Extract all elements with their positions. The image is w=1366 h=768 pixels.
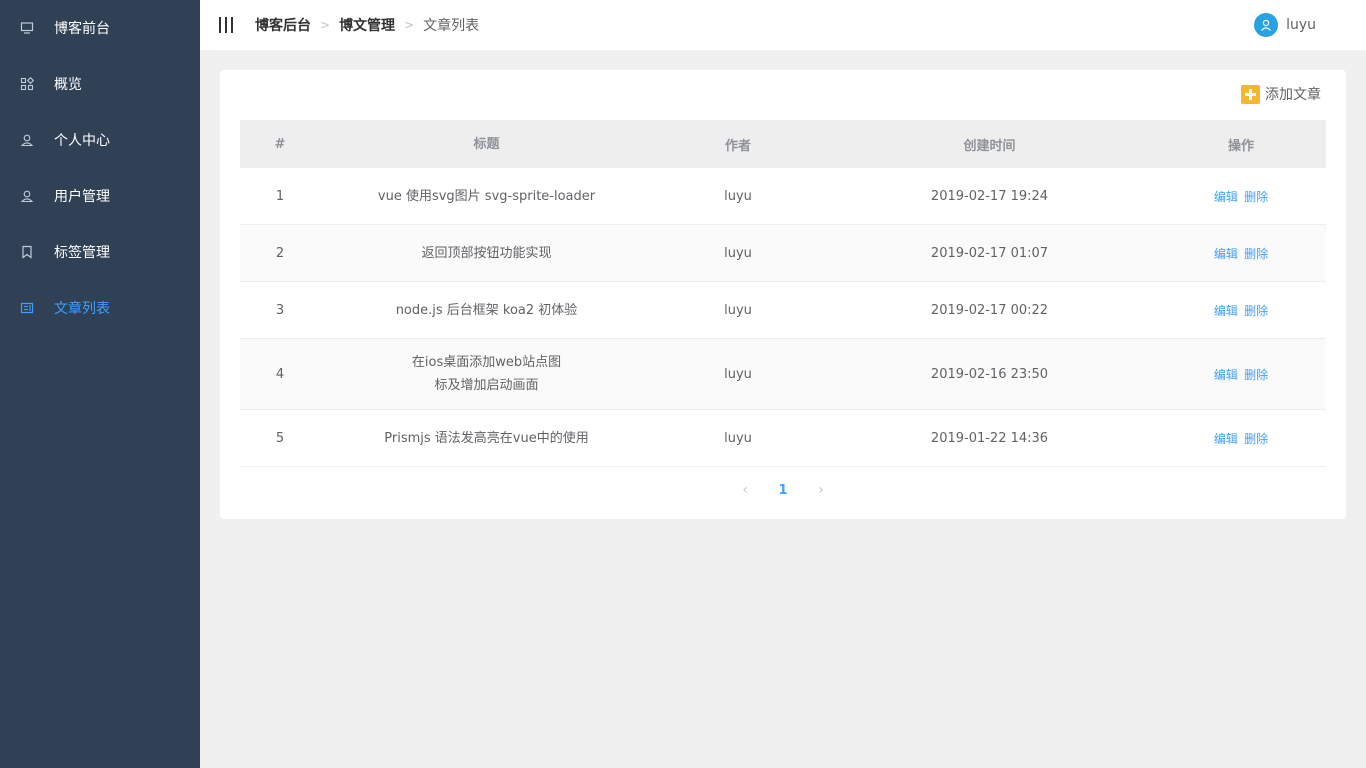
sidebar-item-user-management[interactable]: 用户管理 [0, 168, 200, 224]
user-icon [20, 189, 34, 203]
edit-link[interactable]: 编辑 [1214, 190, 1238, 204]
chevron-left-icon[interactable]: ‹ [735, 482, 755, 498]
column-header: 作者 [724, 138, 751, 154]
sidebar-item-article-list[interactable]: 文章列表 [0, 280, 200, 336]
hamburger-icon[interactable] [219, 17, 233, 33]
breadcrumb: 博客后台 > 博文管理 > 文章列表 [255, 15, 479, 35]
user-menu[interactable]: luyu [1254, 13, 1316, 37]
sidebar-item-label: 概览 [54, 77, 82, 93]
sidebar-item-personal-center[interactable]: 个人中心 [0, 112, 200, 168]
row-actions: 编辑 删除 [1156, 188, 1326, 205]
row-author: luyu [724, 188, 752, 204]
column-header: 创建时间 [963, 138, 1016, 154]
sidebar-item-label: 文章列表 [54, 301, 110, 317]
edit-link[interactable]: 编辑 [1214, 304, 1238, 318]
add-article-button[interactable]: 添加文章 [1241, 84, 1321, 104]
sidebar-item-label: 标签管理 [54, 245, 110, 261]
page-number[interactable]: 1 [763, 483, 803, 498]
chevron-right-icon: > [404, 18, 415, 32]
row-index: 2 [275, 245, 285, 261]
delete-link[interactable]: 删除 [1244, 247, 1268, 261]
sidebar-item-overview[interactable]: 概览 [0, 56, 200, 112]
row-actions: 编辑 删除 [1156, 245, 1326, 262]
delete-link[interactable]: 删除 [1244, 368, 1268, 382]
plus-icon [1241, 84, 1260, 104]
add-article-label: 添加文章 [1265, 87, 1321, 103]
row-title: Prismjs 语法发高亮在vue中的使用 [384, 430, 589, 446]
row-title: 在ios桌面添加web站点图标及增加启动画面 [411, 355, 562, 393]
delete-link[interactable]: 删除 [1244, 190, 1268, 204]
sidebar-item-label: 博客前台 [54, 21, 110, 37]
edit-link[interactable]: 编辑 [1214, 247, 1238, 261]
edit-link[interactable]: 编辑 [1214, 368, 1238, 382]
delete-link[interactable]: 删除 [1244, 432, 1268, 446]
sidebar-item-blog-front[interactable]: 博客前台 [0, 0, 200, 56]
bookmark-icon [20, 245, 34, 259]
article-list-card: 添加文章 # 标题 作者 创建时间 操作 1 vue 使用svg图片 svg-s… [220, 70, 1346, 519]
row-created: 2019-02-17 00:22 [930, 302, 1049, 318]
row-author: luyu [724, 245, 752, 261]
column-header: # [274, 136, 286, 152]
pagination: ‹ 1 › [220, 482, 1346, 498]
row-author: luyu [724, 366, 752, 382]
row-author: luyu [724, 430, 752, 446]
sidebar-item-tag-management[interactable]: 标签管理 [0, 224, 200, 280]
row-author: luyu [724, 302, 752, 318]
breadcrumb-item[interactable]: 博客后台 [255, 15, 311, 35]
list-icon [20, 301, 34, 315]
row-created: 2019-02-17 19:24 [930, 188, 1049, 204]
monitor-icon [20, 21, 34, 35]
table-row: 4 在ios桌面添加web站点图标及增加启动画面 luyu 2019-02-16… [240, 339, 1326, 410]
username: luyu [1286, 17, 1316, 33]
delete-link[interactable]: 删除 [1244, 304, 1268, 318]
grid-icon [20, 77, 34, 91]
row-title: vue 使用svg图片 svg-sprite-loader [377, 188, 596, 204]
row-created: 2019-02-17 01:07 [930, 245, 1049, 261]
row-title: node.js 后台框架 koa2 初体验 [395, 302, 578, 318]
chevron-right-icon: > [320, 18, 331, 32]
row-index: 1 [275, 188, 285, 204]
row-index: 4 [275, 366, 285, 382]
sidebar: 博客前台 概览 个人中心 用户管理 标签管理 文章列表 [0, 0, 200, 768]
avatar-icon [1254, 13, 1279, 37]
row-index: 5 [275, 430, 285, 446]
row-actions: 编辑 删除 [1156, 366, 1326, 383]
sidebar-item-label: 个人中心 [54, 133, 110, 149]
edit-link[interactable]: 编辑 [1214, 432, 1238, 446]
column-header: 标题 [473, 136, 500, 152]
table-row: 1 vue 使用svg图片 svg-sprite-loader luyu 201… [240, 168, 1326, 225]
sidebar-item-label: 用户管理 [54, 189, 110, 205]
table-row: 2 返回顶部按钮功能实现 luyu 2019-02-17 01:07 编辑 删除 [240, 225, 1326, 282]
breadcrumb-item-current: 文章列表 [423, 18, 480, 34]
row-actions: 编辑 删除 [1156, 302, 1326, 319]
row-created: 2019-02-16 23:50 [930, 366, 1049, 382]
row-created: 2019-01-22 14:36 [930, 430, 1049, 446]
column-header: 操作 [1227, 138, 1254, 154]
row-actions: 编辑 删除 [1156, 430, 1326, 447]
table-row: 3 node.js 后台框架 koa2 初体验 luyu 2019-02-17 … [240, 282, 1326, 339]
article-table: # 标题 作者 创建时间 操作 1 vue 使用svg图片 svg-sprite… [240, 120, 1326, 467]
row-index: 3 [275, 302, 285, 318]
table-row: 5 Prismjs 语法发高亮在vue中的使用 luyu 2019-01-22 … [240, 410, 1326, 467]
breadcrumb-item[interactable]: 博文管理 [339, 15, 395, 35]
row-title: 返回顶部按钮功能实现 [421, 245, 552, 261]
user-icon [20, 133, 34, 147]
table-header: # 标题 作者 创建时间 操作 [240, 120, 1326, 168]
chevron-right-icon[interactable]: › [811, 482, 831, 498]
top-header: 博客后台 > 博文管理 > 文章列表 luyu [200, 0, 1366, 50]
